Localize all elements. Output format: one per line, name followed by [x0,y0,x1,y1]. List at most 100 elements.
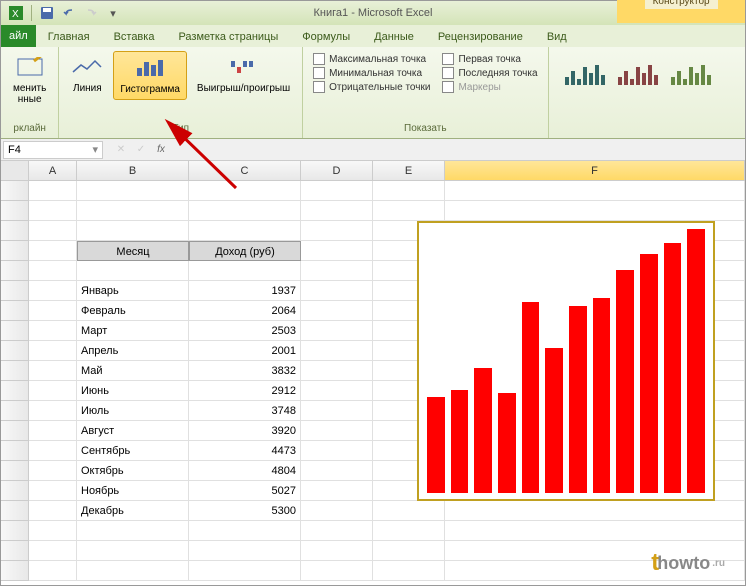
cell[interactable]: 3748 [189,401,301,421]
line-sparkline-button[interactable]: Линия [65,51,109,100]
col-header-C[interactable]: C [189,161,301,180]
ribbon-tabs: айл Главная Вставка Разметка страницы Фо… [1,25,745,47]
sparkline-bar [569,306,587,493]
col-header-B[interactable]: B [77,161,189,180]
cell[interactable]: 2001 [189,341,301,361]
ribbon-group-sparkline: менить нные рклайн [1,47,59,138]
fx-icon[interactable]: fx [153,142,169,158]
cell[interactable]: 3832 [189,361,301,381]
context-tab-sparklines[interactable]: Работа со спарклайнами Конструктор [617,0,745,23]
qat-dropdown-icon[interactable]: ▾ [104,4,122,22]
cell[interactable]: 2064 [189,301,301,321]
file-tab[interactable]: айл [1,25,36,47]
tab-page-layout[interactable]: Разметка страницы [166,27,290,47]
row-header[interactable] [1,561,29,581]
spark-style-2[interactable] [616,59,661,89]
redo-icon[interactable] [82,4,100,22]
enter-icon[interactable]: ✓ [133,142,149,158]
check-neg-points[interactable]: Отрицательные точки [313,81,430,93]
cell[interactable]: Май [77,361,189,381]
row-header[interactable] [1,201,29,221]
row-header[interactable] [1,181,29,201]
save-icon[interactable] [38,4,56,22]
cancel-icon[interactable]: ✕ [113,142,129,158]
cell[interactable]: 5027 [189,481,301,501]
row-header[interactable] [1,221,29,241]
excel-icon[interactable]: X [7,4,25,22]
row-header[interactable] [1,301,29,321]
col-header-F[interactable]: F [445,161,745,180]
spark-style-3[interactable] [669,59,714,89]
cell[interactable]: Ноябрь [77,481,189,501]
tab-view[interactable]: Вид [535,27,579,47]
row-header[interactable] [1,341,29,361]
ribbon-group-style [549,47,745,138]
col-header-A[interactable]: A [29,161,77,180]
formula-bar: F4 ▾ ✕ ✓ fx [1,139,745,161]
cell[interactable]: 4804 [189,461,301,481]
name-box[interactable]: F4 ▾ [3,141,103,159]
cell[interactable]: 3920 [189,421,301,441]
tab-insert[interactable]: Вставка [102,27,167,47]
row-header[interactable] [1,481,29,501]
row-header[interactable] [1,541,29,561]
sparkline-bar [640,254,658,493]
cell[interactable]: Июль [77,401,189,421]
row-header[interactable] [1,521,29,541]
row-header[interactable] [1,421,29,441]
tab-data[interactable]: Данные [362,27,426,47]
row-header[interactable] [1,381,29,401]
cell[interactable]: 2503 [189,321,301,341]
row-header[interactable] [1,261,29,281]
row-header[interactable] [1,501,29,521]
tab-home[interactable]: Главная [36,27,102,47]
dropdown-icon[interactable]: ▾ [92,143,98,156]
cell[interactable]: Месяц [77,241,189,261]
column-headers: ABCDEF [1,161,745,181]
spark-style-1[interactable] [563,59,608,89]
check-first-point[interactable]: Первая точка [442,53,537,65]
row-header[interactable] [1,441,29,461]
undo-icon[interactable] [60,4,78,22]
cell[interactable]: Август [77,421,189,441]
winloss-icon [228,55,260,79]
spreadsheet-grid[interactable]: ABCDEF МесяцДоход (руб)Январь1937Февраль… [1,161,745,581]
col-header-E[interactable]: E [373,161,445,180]
cell[interactable]: 5300 [189,501,301,521]
sparkline-chart[interactable] [417,221,715,501]
check-min-point[interactable]: Минимальная точка [313,67,430,79]
tab-formulas[interactable]: Формулы [290,27,362,47]
sparkline-bar [474,368,492,493]
sparkline-bar [427,397,445,493]
winloss-sparkline-button[interactable]: Выигрыш/проигрыш [191,51,296,100]
ribbon-group-type: Линия Гистограмма Выигрыш/проигрыш Тип [59,47,303,138]
cell[interactable]: Сентябрь [77,441,189,461]
cell[interactable]: 1937 [189,281,301,301]
edit-data-button[interactable]: менить нные [7,51,52,109]
cell[interactable]: Февраль [77,301,189,321]
row-headers [1,181,29,581]
col-header-D[interactable]: D [301,161,373,180]
check-max-point[interactable]: Максимальная точка [313,53,430,65]
row-header[interactable] [1,361,29,381]
row-header[interactable] [1,321,29,341]
check-last-point[interactable]: Последняя точка [442,67,537,79]
cell[interactable]: Декабрь [77,501,189,521]
select-all-corner[interactable] [1,161,29,180]
cell[interactable]: Октябрь [77,461,189,481]
cell[interactable]: 2912 [189,381,301,401]
cell[interactable]: Март [77,321,189,341]
check-markers: Маркеры [442,81,537,93]
cell[interactable]: Январь [77,281,189,301]
tab-review[interactable]: Рецензирование [426,27,535,47]
histogram-sparkline-button[interactable]: Гистограмма [113,51,187,100]
row-header[interactable] [1,401,29,421]
cell[interactable]: Апрель [77,341,189,361]
sparkline-bar [522,302,540,493]
cell[interactable]: Июнь [77,381,189,401]
row-header[interactable] [1,281,29,301]
cell[interactable]: 4473 [189,441,301,461]
row-header[interactable] [1,461,29,481]
cell[interactable]: Доход (руб) [189,241,301,261]
row-header[interactable] [1,241,29,261]
